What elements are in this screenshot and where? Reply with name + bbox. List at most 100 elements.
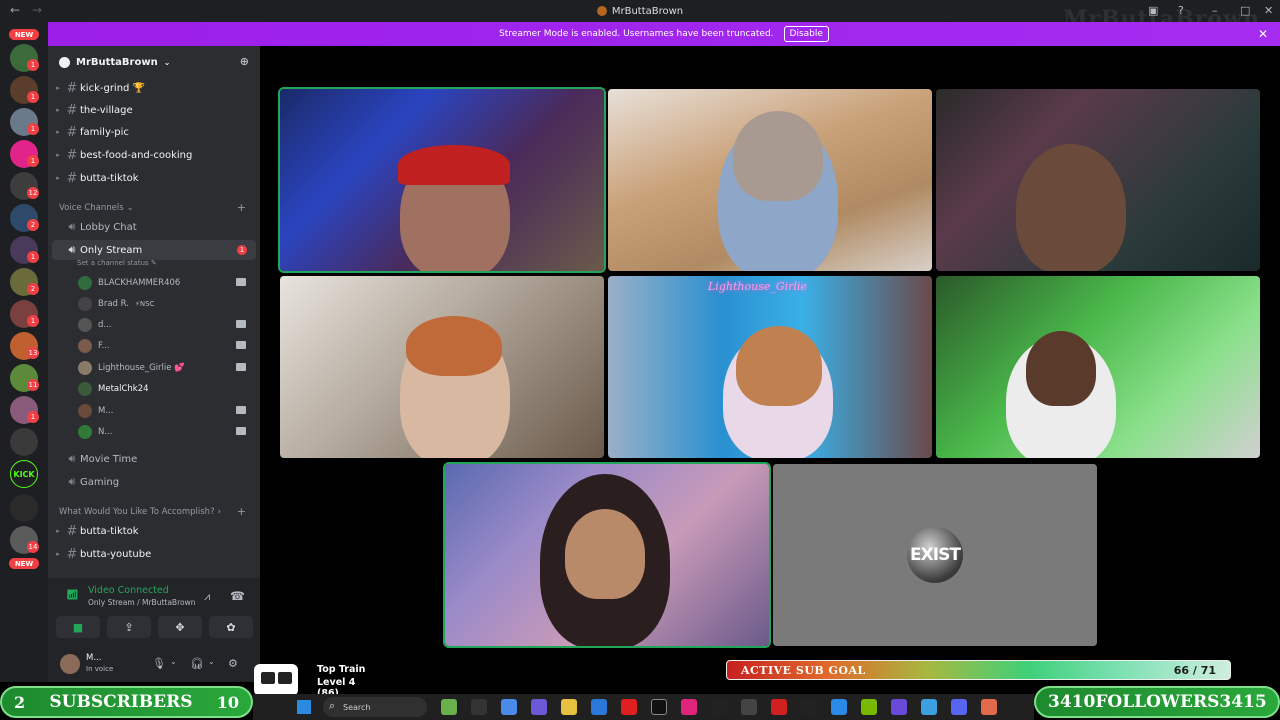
chevron-down-icon[interactable]: ⌄	[208, 657, 215, 666]
voice-user[interactable]: Brad R. ⚡NSC	[78, 295, 258, 313]
channel-item[interactable]: ▸ # kick-grind 🏆	[52, 78, 256, 98]
guild-header[interactable]: MrButtaBrown ⌄ ⊕	[48, 46, 260, 78]
video-tile[interactable]	[278, 87, 606, 273]
server-badge: 1	[27, 155, 39, 167]
close-banner-icon[interactable]: ✕	[1258, 27, 1268, 41]
taskbar-search[interactable]: Search	[323, 697, 427, 717]
video-tile-avatar[interactable]: EXIST	[773, 464, 1097, 646]
tiktok-icon[interactable]	[681, 699, 697, 715]
server-icon[interactable]	[10, 494, 38, 522]
hash-icon: #	[66, 102, 78, 118]
avatar	[78, 339, 92, 353]
signal-icon[interactable]: 📶︎	[66, 590, 79, 601]
channel-item[interactable]: ▸ # the-village	[52, 100, 256, 120]
camera-icon	[236, 363, 246, 371]
voice-category-header[interactable]: Voice Channels ⌄	[59, 203, 134, 213]
gear-icon[interactable]: ⚙	[228, 657, 238, 670]
video-tile[interactable]: Lighthouse_Girlie	[608, 276, 932, 458]
hash-icon: #	[66, 546, 78, 562]
app-icon[interactable]	[891, 699, 907, 715]
discord-icon[interactable]	[951, 699, 967, 715]
voice-user[interactable]: Lighthouse_Girlie 💕	[78, 359, 258, 377]
channel-item[interactable]: ▸ # best-food-and-cooking	[52, 145, 256, 165]
chevron-down-icon[interactable]: ⌄	[170, 657, 177, 666]
minimize-icon[interactable]: –	[1212, 4, 1218, 17]
voice-channel-item[interactable]: 🔊︎ Lobby Chat	[52, 217, 256, 237]
voice-user[interactable]: N...	[78, 423, 258, 441]
microphone-icon[interactable]: 🎙︎	[152, 657, 166, 670]
add-channel-icon[interactable]: +	[237, 505, 246, 518]
youtube-icon[interactable]	[621, 699, 637, 715]
video-tile[interactable]	[608, 89, 932, 271]
file-explorer-icon[interactable]	[561, 699, 577, 715]
followers-label: FOLLOWERS	[1095, 692, 1220, 712]
add-channel-icon[interactable]: +	[237, 201, 246, 214]
windows-start-icon[interactable]	[297, 700, 311, 714]
channel-name: family-pic	[80, 126, 129, 138]
channel-name: kick-grind 🏆	[80, 82, 146, 94]
subscribers-goal: 10	[216, 692, 239, 712]
forward-arrow-icon[interactable]: →	[32, 3, 42, 17]
video-tile[interactable]	[936, 89, 1260, 271]
user-name[interactable]: M...	[86, 653, 101, 663]
caret-icon: ▸	[56, 106, 60, 114]
browser-icon[interactable]	[921, 699, 937, 715]
headphones-icon[interactable]: 🎧︎	[190, 657, 204, 670]
camera-button[interactable]: ■	[56, 616, 100, 638]
video-tile[interactable]	[443, 462, 771, 648]
activities-button[interactable]: ✥	[158, 616, 202, 638]
task-view-icon[interactable]	[471, 699, 487, 715]
voice-channel-item[interactable]: 🔊︎ Gaming	[52, 472, 256, 492]
voice-user[interactable]: MetalChk24	[78, 380, 258, 398]
voice-user[interactable]: M...	[78, 402, 258, 420]
voice-user[interactable]: BLACKHAMMER406	[78, 274, 258, 292]
channel-item[interactable]: ▸ # butta-youtube	[52, 544, 256, 564]
widget-icon[interactable]	[441, 699, 457, 715]
guild-icon	[59, 56, 70, 68]
kick-server-icon[interactable]: KICK	[10, 460, 38, 488]
inbox-icon[interactable]: ▣	[1148, 4, 1158, 17]
copilot-icon[interactable]	[501, 699, 517, 715]
app-icon[interactable]	[741, 699, 757, 715]
window-title: MrButtaBrown	[596, 6, 683, 17]
channel-name: butta-tiktok	[80, 172, 139, 184]
capcut-icon[interactable]	[651, 699, 667, 715]
voice-status[interactable]: Video Connected	[88, 585, 169, 596]
app-icon[interactable]	[981, 699, 997, 715]
disconnect-icon[interactable]: ☎	[230, 589, 245, 603]
screen-share-button[interactable]: ⇪	[107, 616, 151, 638]
teams-icon[interactable]	[531, 699, 547, 715]
voice-user[interactable]: d...	[78, 316, 258, 334]
participant-head	[733, 111, 823, 201]
video-tile[interactable]	[280, 276, 604, 458]
help-icon[interactable]: ?	[1178, 4, 1184, 17]
channel-status-text[interactable]: Set a channel status ✎	[77, 259, 157, 267]
nvidia-icon[interactable]	[861, 699, 877, 715]
channel-item[interactable]: ▸ # butta-tiktok	[52, 521, 256, 541]
capcut-icon[interactable]	[801, 699, 817, 715]
back-arrow-icon[interactable]: ←	[10, 3, 20, 17]
channel-item[interactable]: ▸ # family-pic	[52, 122, 256, 142]
voice-channel-path[interactable]: Only Stream / MrButtaBrown	[88, 598, 195, 607]
server-icon[interactable]	[10, 428, 38, 456]
category-header[interactable]: What Would You Like To Accomplish? ›	[59, 507, 221, 517]
app-icon[interactable]	[771, 699, 787, 715]
edge-icon[interactable]	[831, 699, 847, 715]
video-tile[interactable]	[936, 276, 1260, 458]
voice-user[interactable]: F...	[78, 337, 258, 355]
store-icon[interactable]	[591, 699, 607, 715]
invite-people-icon[interactable]: ⊕	[240, 55, 249, 68]
voice-channel-item[interactable]: 🔊︎ Movie Time	[52, 449, 256, 469]
disable-streamer-mode-button[interactable]: Disable	[783, 26, 829, 42]
neon-sign: Lighthouse_Girlie	[708, 280, 807, 293]
avatar[interactable]	[60, 654, 80, 674]
maximize-icon[interactable]: □	[1240, 4, 1250, 17]
soundboard-button[interactable]: ✿	[209, 616, 253, 638]
voice-user-name: BLACKHAMMER406	[98, 278, 181, 288]
server-badge: 1	[27, 59, 39, 71]
noise-suppression-icon[interactable]: ⩘	[204, 590, 210, 604]
channel-item[interactable]: ▸ # butta-tiktok	[52, 168, 256, 188]
obs-icon[interactable]	[711, 699, 727, 715]
close-window-icon[interactable]: ✕	[1264, 4, 1273, 17]
voice-channel-item-active[interactable]: 🔊︎ Only Stream	[52, 240, 256, 260]
